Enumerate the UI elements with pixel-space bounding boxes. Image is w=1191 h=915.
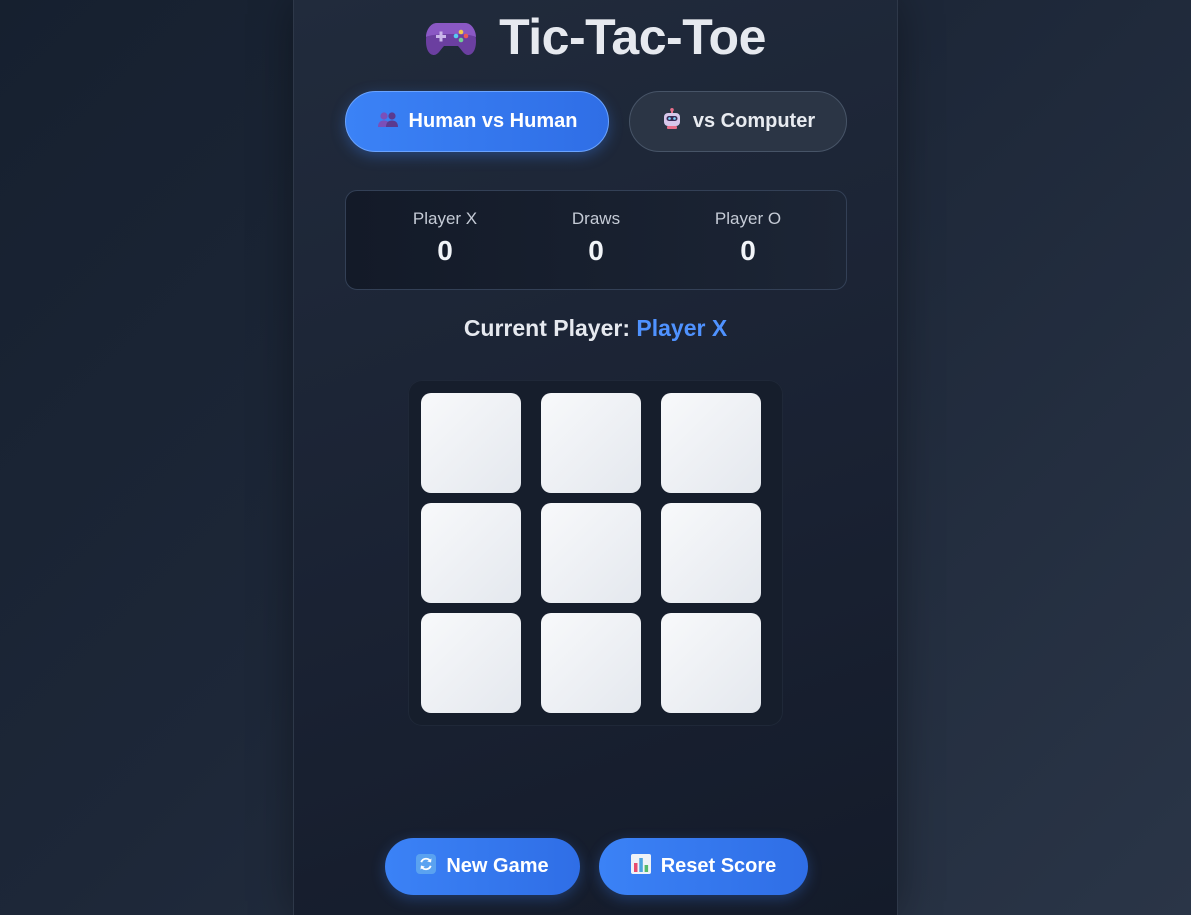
- current-player-prefix: Current Player:: [463, 315, 630, 341]
- score-player-x: Player X 0: [375, 209, 515, 267]
- score-draws: Draws 0: [526, 209, 666, 267]
- human-vs-human-button[interactable]: Human vs Human: [345, 91, 609, 152]
- robot-icon: [661, 107, 683, 136]
- board-cell-8[interactable]: [541, 613, 641, 713]
- human-vs-human-label: Human vs Human: [408, 110, 578, 132]
- game-panel: Tic-Tac-Toe Human vs Human vs Computer P…: [293, 0, 898, 915]
- board-cell-7[interactable]: [421, 613, 521, 713]
- page-title: Tic-Tac-Toe: [294, 8, 897, 66]
- board-cell-5[interactable]: [541, 503, 641, 603]
- board-cell-1[interactable]: [421, 393, 521, 493]
- score-player-o: Player O 0: [678, 209, 818, 267]
- score-label-x: Player X: [412, 209, 478, 228]
- title-text: Tic-Tac-Toe: [499, 9, 766, 65]
- score-value-o: 0: [740, 235, 756, 266]
- reset-score-label: Reset Score: [660, 855, 777, 877]
- board-cell-2[interactable]: [541, 393, 641, 493]
- current-player-name: Player X: [636, 315, 728, 341]
- score-value-draws: 0: [588, 235, 604, 266]
- new-game-button[interactable]: New Game: [385, 838, 580, 895]
- score-value-x: 0: [437, 235, 453, 266]
- two-people-icon: [377, 110, 399, 134]
- vs-computer-button[interactable]: vs Computer: [629, 91, 847, 152]
- scoreboard: Player X 0 Draws 0 Player O 0: [345, 190, 847, 290]
- board-cell-6[interactable]: [661, 503, 761, 603]
- reset-score-button[interactable]: Reset Score: [599, 838, 808, 895]
- board-cell-4[interactable]: [421, 503, 521, 603]
- vs-computer-label: vs Computer: [692, 110, 816, 132]
- current-player-status: Current Player: Player X: [294, 315, 897, 342]
- refresh-icon: [416, 853, 437, 880]
- bar-chart-icon: [630, 853, 651, 880]
- score-label-draws: Draws: [571, 209, 621, 228]
- game-controller-icon: [425, 15, 477, 59]
- new-game-label: New Game: [446, 855, 549, 877]
- board-cell-9[interactable]: [661, 613, 761, 713]
- score-label-o: Player O: [714, 209, 782, 228]
- game-board: [408, 380, 783, 726]
- board-cell-3[interactable]: [661, 393, 761, 493]
